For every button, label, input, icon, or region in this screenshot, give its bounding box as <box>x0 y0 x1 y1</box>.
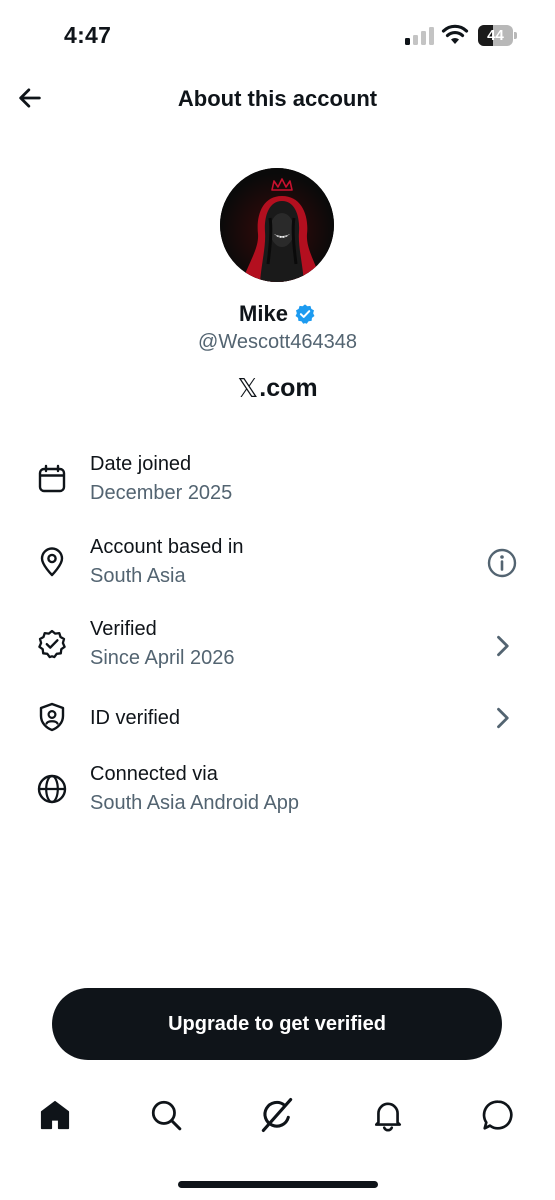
info-icon <box>487 548 517 578</box>
messages-icon <box>482 1100 513 1130</box>
info-subtitle: Since April 2026 <box>90 647 235 669</box>
info-title: ID verified <box>90 707 181 729</box>
info-title: Verified <box>90 618 157 640</box>
cellular-signal-icon <box>405 27 434 45</box>
wifi-icon <box>441 24 469 44</box>
name-row: Mike <box>0 301 555 327</box>
info-title: Date joined <box>90 453 192 475</box>
info-text: Account based in South Asia <box>90 534 243 589</box>
account-location-info-button[interactable] <box>484 545 520 581</box>
location-pin-icon <box>40 547 64 577</box>
grok-icon <box>261 1098 293 1132</box>
site-domain: .com <box>259 374 318 402</box>
upgrade-to-get-verified-button[interactable]: Upgrade to get verified <box>52 988 502 1060</box>
chevron-right-icon <box>497 635 509 657</box>
info-row-verified[interactable]: Verified Since April 2026 <box>0 616 555 686</box>
info-row-id-verified[interactable]: ID verified <box>0 700 555 770</box>
info-text: Date joined December 2025 <box>90 451 232 506</box>
display-name: Mike <box>239 301 288 326</box>
id-verified-details-button[interactable] <box>484 700 520 736</box>
calendar-icon <box>38 464 66 493</box>
chevron-right-icon <box>497 707 509 729</box>
info-text: ID verified <box>90 705 180 731</box>
info-row-date-joined: Date joined December 2025 <box>0 451 555 521</box>
page-title: About this account <box>177 86 378 111</box>
info-row-connected-via: Connected via South Asia Android App <box>0 761 555 831</box>
home-indicator <box>178 1181 378 1188</box>
info-subtitle: South Asia <box>90 565 186 587</box>
bottom-tab-bar <box>0 1090 555 1150</box>
tab-messages[interactable] <box>473 1090 523 1140</box>
battery-level: 44 <box>487 27 504 44</box>
id-shield-icon <box>39 702 65 732</box>
tab-search[interactable] <box>141 1090 191 1140</box>
verified-badge-icon <box>295 304 315 324</box>
verified-check-icon <box>38 629 66 659</box>
status-time: 4:47 <box>64 22 112 48</box>
info-subtitle: December 2025 <box>90 482 233 504</box>
battery-icon: 44 <box>478 25 518 46</box>
home-icon <box>40 1100 70 1130</box>
notifications-bell-icon <box>374 1102 402 1132</box>
tab-grok[interactable] <box>252 1090 302 1140</box>
info-text: Connected via South Asia Android App <box>90 761 299 816</box>
hooded-figure-avatar-image <box>220 168 334 282</box>
globe-icon <box>37 774 67 804</box>
username-handle: @Wescott464348 <box>198 331 357 353</box>
info-row-account-based-in: Account based in South Asia <box>0 534 555 604</box>
search-icon <box>151 1100 182 1131</box>
x-logo-icon: 𝕏 <box>237 373 259 403</box>
info-title: Account based in <box>90 536 244 558</box>
info-subtitle: South Asia Android App <box>90 792 300 814</box>
info-text: Verified Since April 2026 <box>90 616 235 671</box>
info-title: Connected via <box>90 763 218 785</box>
verified-details-button[interactable] <box>484 628 520 664</box>
tab-notifications[interactable] <box>363 1090 413 1140</box>
status-bar: 4:47 44 <box>0 0 555 70</box>
avatar[interactable] <box>220 168 334 282</box>
site-label: 𝕏 .com <box>0 373 555 404</box>
tab-home[interactable] <box>30 1090 80 1140</box>
